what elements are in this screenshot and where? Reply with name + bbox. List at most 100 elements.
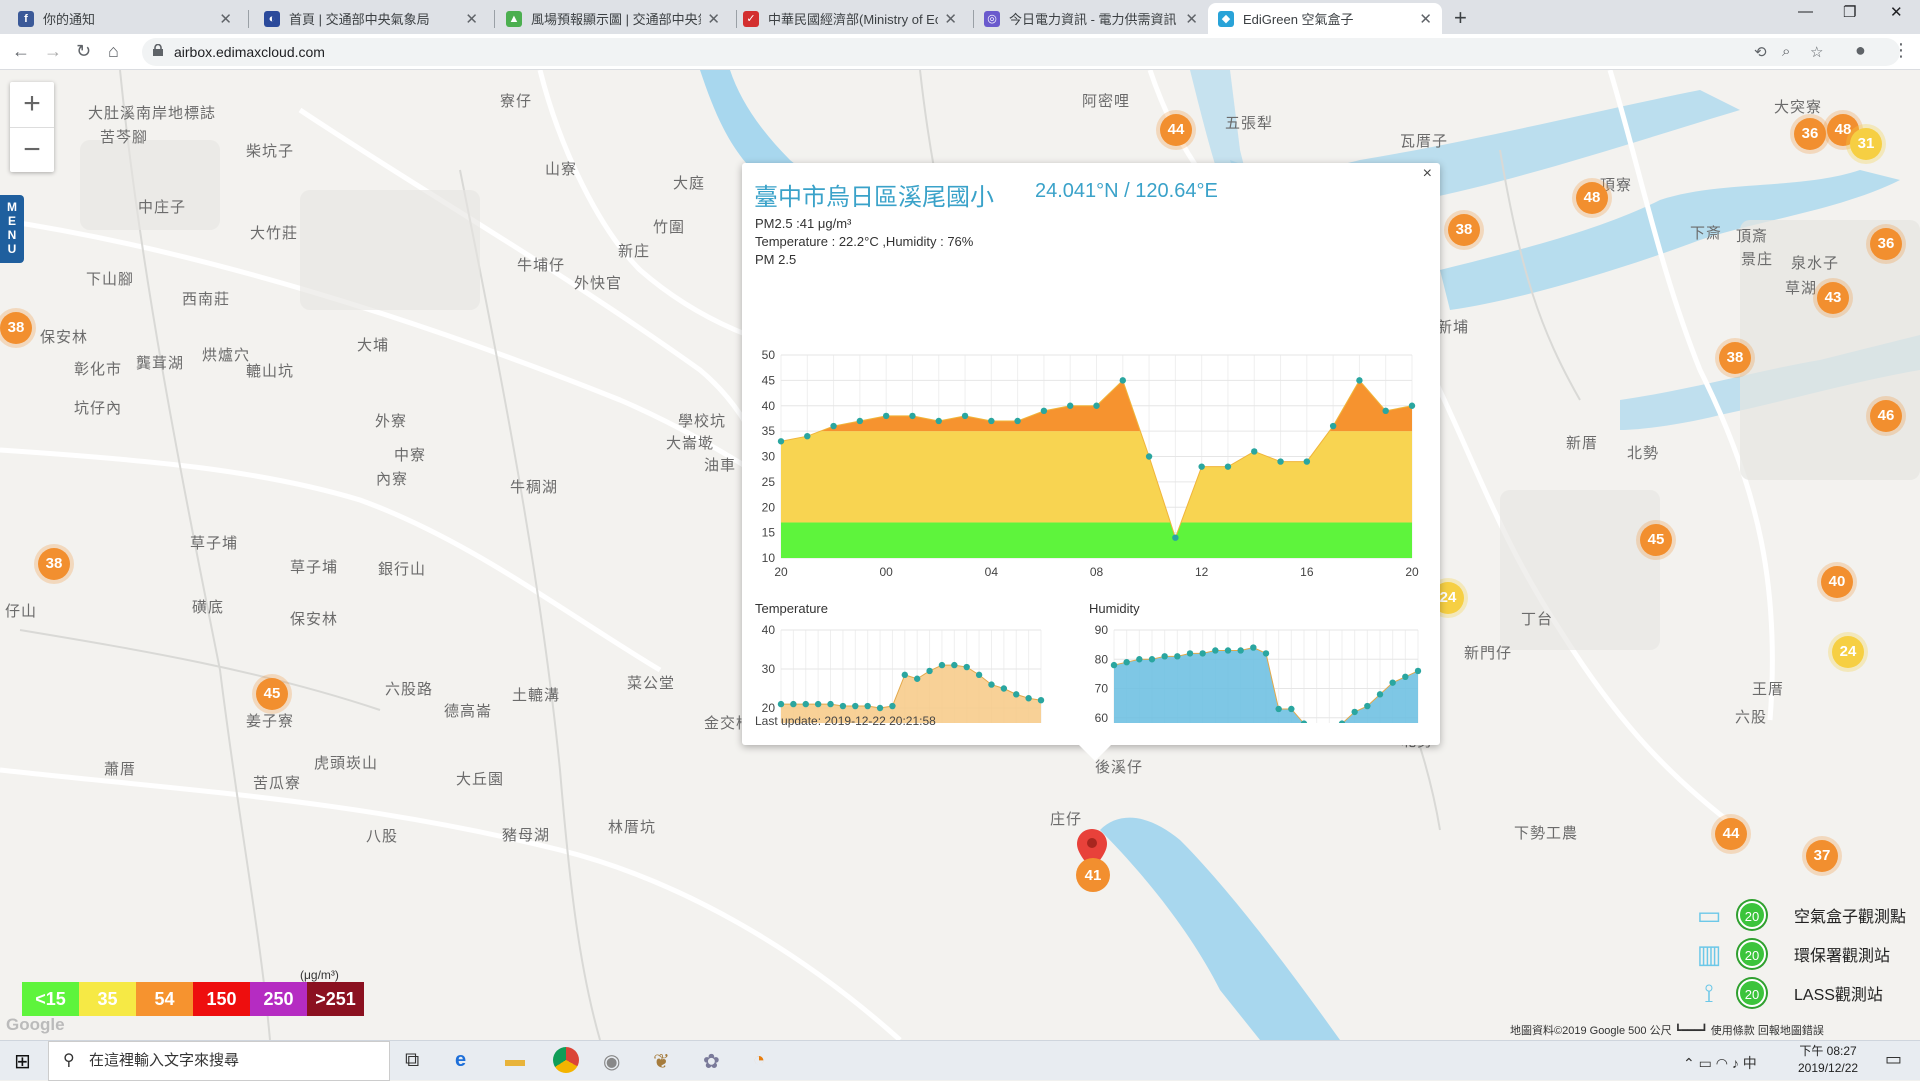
station-marker[interactable]: 45 — [1640, 524, 1672, 556]
zoom-icon[interactable]: ⌕ — [1782, 43, 1790, 60]
y-tick-label: 60 — [1095, 711, 1109, 723]
lock-icon — [153, 44, 163, 56]
y-tick-label: 45 — [762, 373, 776, 387]
data-point — [1389, 679, 1396, 686]
station-marker[interactable]: 38 — [1719, 342, 1751, 374]
side-menu-button[interactable]: MENU — [0, 195, 24, 263]
home-icon[interactable]: ⌂ — [108, 41, 119, 62]
translate-icon[interactable]: ⟲ — [1754, 43, 1767, 61]
station-marker[interactable]: 44 — [1715, 818, 1747, 850]
data-point — [889, 702, 896, 710]
place-label: 大肚溪南岸地標誌 — [88, 105, 217, 122]
place-label: 學校坑 — [678, 413, 727, 430]
station-marker[interactable]: 48 — [1576, 182, 1608, 214]
station-marker[interactable]: 43 — [1817, 282, 1849, 314]
station-marker[interactable]: 44 — [1160, 114, 1192, 146]
close-tab-icon[interactable]: ✕ — [1419, 10, 1432, 28]
station-marker[interactable]: 38 — [38, 548, 70, 580]
browser-tab-1[interactable]: f 你的通知 ✕ — [8, 3, 242, 34]
close-tab-icon[interactable]: ✕ — [1185, 10, 1198, 28]
place-label: 竹圍 — [653, 219, 686, 236]
selected-station-marker[interactable]: 41 — [1076, 858, 1110, 892]
data-point — [777, 700, 785, 708]
station-marker[interactable]: 31 — [1850, 128, 1882, 160]
chart-1: 10203040 — [762, 623, 1045, 723]
browser-tab-5[interactable]: ◎ 今日電力資訊 - 電力供需資訊 - 臺 ✕ — [974, 3, 1208, 34]
x-tick-label: 04 — [985, 565, 999, 579]
place-label: 中庄子 — [138, 199, 187, 216]
new-tab-button[interactable]: + — [1454, 5, 1467, 31]
browser-tab-2[interactable]: ◐ 首頁 | 交通部中央氣象局 ✕ — [254, 3, 488, 34]
bookmark-star-icon[interactable]: ☆ — [1810, 43, 1823, 61]
app-icon-3[interactable]: ✿ — [703, 1049, 720, 1074]
file-explorer-icon[interactable]: ▬ — [505, 1049, 525, 1072]
menu-dots-icon[interactable]: ⋮ — [1892, 40, 1910, 61]
station-marker[interactable]: 36 — [1794, 118, 1826, 150]
station-marker[interactable]: 38 — [0, 312, 32, 344]
source-row[interactable]: ⟟ 20 LASS觀測站 — [1688, 978, 1883, 1008]
close-tab-icon[interactable]: ✕ — [219, 10, 232, 28]
app-icon-2[interactable]: ❦ — [653, 1049, 670, 1074]
data-point — [1408, 402, 1416, 409]
place-label: 寮仔 — [500, 93, 533, 110]
zoom-out-button[interactable]: − — [10, 127, 54, 172]
data-point — [1338, 720, 1346, 723]
place-label: 大丘園 — [456, 771, 505, 788]
station-marker[interactable]: 38 — [1448, 214, 1480, 246]
address-bar[interactable]: airbox.edimaxcloud.com ⟲ ⌕ ☆ — [142, 38, 1900, 66]
station-marker[interactable]: 40 — [1821, 566, 1853, 598]
browser-tab-3[interactable]: ▲ 風場預報顯示圖 | 交通部中央氣象 ✕ — [496, 3, 730, 34]
place-label: 中寮 — [394, 447, 427, 464]
restore-button[interactable]: ❐ — [1843, 3, 1856, 21]
data-point — [864, 702, 871, 710]
data-point — [1382, 407, 1389, 415]
source-row[interactable]: ▭ 20 空氣盒子觀測點 — [1688, 900, 1906, 930]
place-label: 丁台 — [1521, 611, 1554, 628]
edge-icon[interactable]: e — [455, 1049, 466, 1072]
y-tick-label: 40 — [762, 623, 776, 637]
data-point — [1000, 685, 1008, 692]
legend-swatch: 54 — [136, 982, 193, 1016]
station-marker[interactable]: 37 — [1806, 840, 1838, 872]
close-tab-icon[interactable]: ✕ — [707, 10, 720, 28]
chrome-icon[interactable] — [553, 1047, 579, 1073]
app-icon-1[interactable]: ◉ — [603, 1049, 620, 1074]
data-point — [1161, 653, 1168, 660]
notification-icon[interactable]: ▭ — [1885, 1049, 1902, 1070]
place-label: 景庄 — [1741, 251, 1774, 268]
source-row[interactable]: ▥ 20 環保署觀測站 — [1688, 939, 1890, 969]
forward-icon[interactable]: → — [44, 41, 62, 62]
station-marker[interactable]: 36 — [1870, 228, 1902, 260]
place-label: 柴坑子 — [246, 143, 295, 160]
close-window-button[interactable]: ✕ — [1890, 3, 1903, 21]
data-point — [1356, 377, 1363, 384]
windows-start-icon[interactable]: ⊞ — [14, 1049, 31, 1074]
station-marker[interactable]: 46 — [1870, 400, 1902, 432]
close-tab-icon[interactable]: ✕ — [465, 10, 478, 28]
y-tick-label: 15 — [762, 526, 776, 540]
data-point — [961, 412, 969, 420]
y-tick-label: 35 — [762, 424, 776, 438]
minimize-button[interactable]: — — [1798, 3, 1813, 20]
browser-tab-4[interactable]: ✓ 中華民國經濟部(Ministry of Econ ✕ — [733, 3, 967, 34]
back-icon[interactable]: ← — [12, 41, 30, 62]
data-point — [1013, 691, 1020, 698]
system-tray-icons[interactable]: ⌃ ▭ ◠ ♪ 中 — [1683, 1053, 1757, 1073]
taskbar-search-box[interactable]: ⚲ 在這裡輸入文字來搜尋 — [48, 1041, 390, 1081]
task-view-icon[interactable]: ⧉ — [405, 1049, 419, 1072]
profile-icon[interactable]: ● — [1855, 40, 1866, 61]
data-point — [1198, 463, 1205, 470]
close-tab-icon[interactable]: ✕ — [944, 10, 957, 28]
zoom-in-button[interactable]: + — [10, 82, 54, 127]
browser-tab-6[interactable]: ◆ EdiGreen 空氣盒子 ✕ — [1208, 3, 1442, 34]
moea-logo-icon: ✓ — [743, 10, 759, 27]
place-label: 林厝坑 — [608, 819, 657, 836]
reload-icon[interactable]: ↻ — [76, 41, 91, 62]
station-marker[interactable]: 45 — [256, 678, 288, 710]
blender-icon[interactable]: ◔ — [753, 1049, 765, 1072]
data-point — [856, 417, 864, 425]
station-marker[interactable]: 24 — [1832, 636, 1864, 668]
y-tick-label: 40 — [762, 399, 776, 413]
taskbar-clock[interactable]: 下午 08:27 2019/12/22 — [1798, 1043, 1858, 1077]
pm-band — [781, 431, 1412, 523]
